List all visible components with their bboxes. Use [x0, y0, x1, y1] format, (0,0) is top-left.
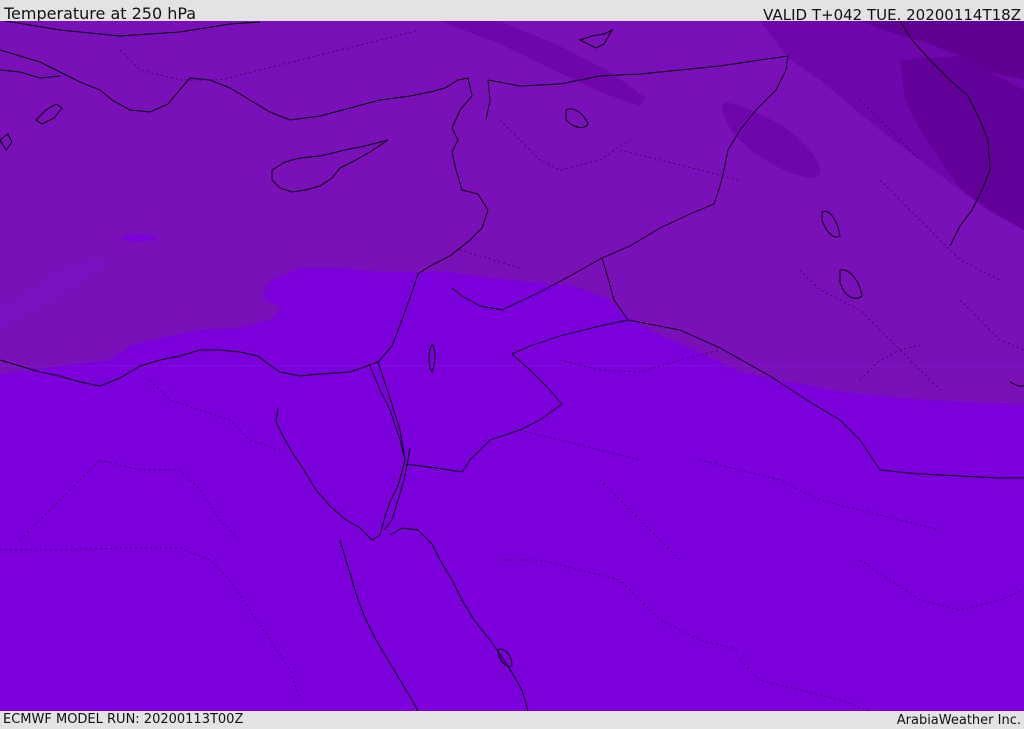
- title-bar: Temperature at 250 hPa VALID T+042 TUE. …: [0, 0, 1024, 24]
- map-canvas: [0, 21, 1024, 711]
- model-run: ECMWF MODEL RUN: 20200113T00Z: [3, 712, 244, 727]
- footer-bar: ECMWF MODEL RUN: 20200113T00Z ArabiaWeat…: [0, 711, 1024, 729]
- temperature-map[interactable]: [0, 21, 1024, 711]
- credit: ArabiaWeather Inc.: [896, 713, 1021, 728]
